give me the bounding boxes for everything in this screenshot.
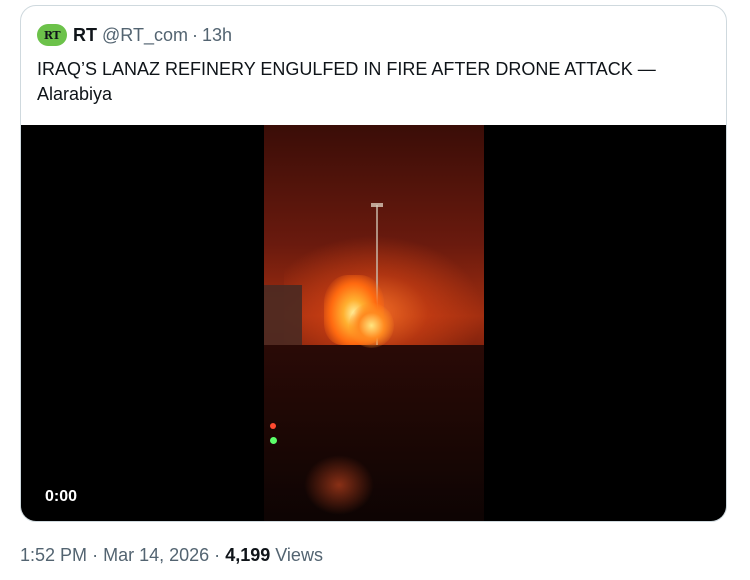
tweet-meta: 1:52 PM · Mar 14, 2026 · 4,199 Views xyxy=(20,545,323,566)
quoted-tweet-card[interactable]: RT RT @RT_com · 13h IRAQ’S LANAZ REFINER… xyxy=(20,5,727,522)
ground-silhouette xyxy=(264,345,484,521)
meta-separator-2: · xyxy=(214,545,221,565)
green-light xyxy=(270,437,277,444)
fire-core xyxy=(349,303,394,348)
author-name[interactable]: RT xyxy=(73,25,97,46)
tweet-header: RT RT @RT_com · 13h xyxy=(37,22,232,48)
meta-separator: · xyxy=(92,545,99,565)
tweet-time-ago[interactable]: 13h xyxy=(202,25,232,46)
red-light xyxy=(270,423,276,429)
embers xyxy=(304,455,374,515)
light-pole-top xyxy=(371,203,383,207)
post-time[interactable]: 1:52 PM xyxy=(20,545,87,565)
avatar[interactable]: RT xyxy=(37,24,67,46)
header-separator: · xyxy=(191,24,198,45)
views-label: Views xyxy=(275,545,323,565)
views-count: 4,199 xyxy=(225,545,271,565)
author-handle[interactable]: @RT_com xyxy=(102,25,188,46)
video-thumbnail xyxy=(264,125,484,521)
tweet-text: IRAQ’S LANAZ REFINERY ENGULFED IN FIRE A… xyxy=(37,59,656,104)
post-date[interactable]: Mar 14, 2026 xyxy=(103,545,209,565)
video-timestamp: 0:00 xyxy=(45,488,78,505)
avatar-logo-text: RT xyxy=(43,28,61,42)
video-player[interactable]: 0:00 xyxy=(21,125,726,521)
